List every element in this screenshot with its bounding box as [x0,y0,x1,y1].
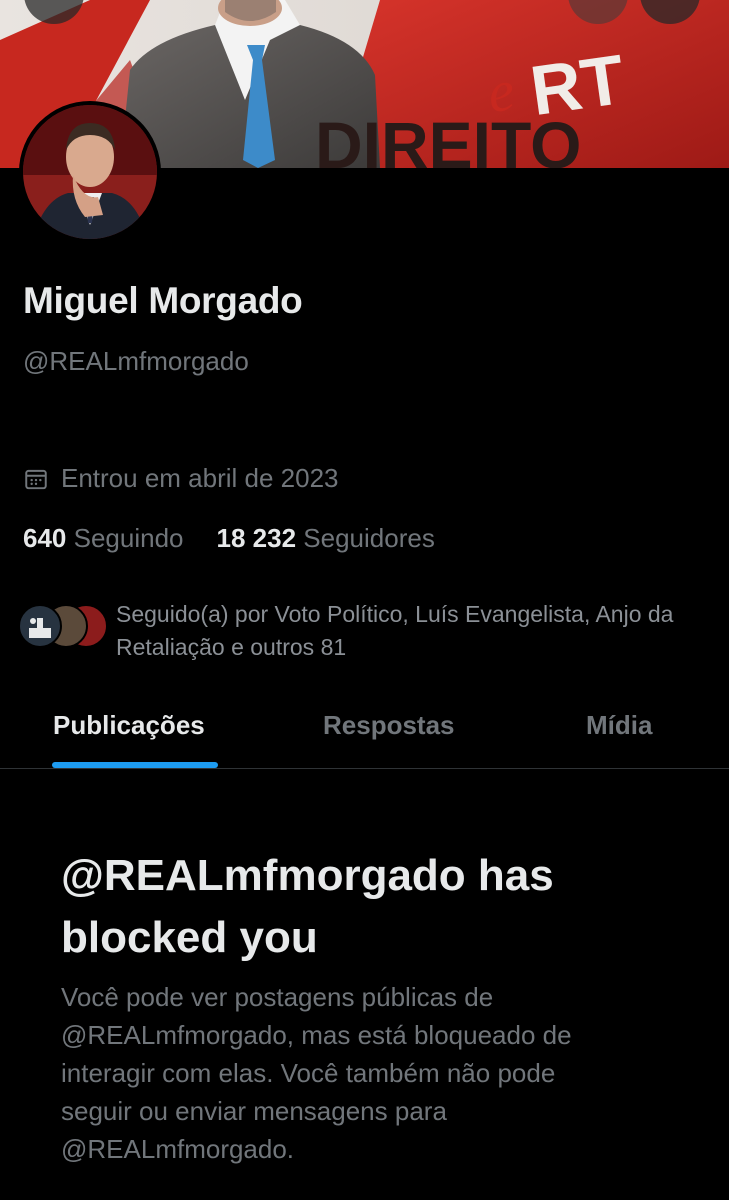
avatar[interactable] [19,101,161,243]
follower-avatar [18,604,62,648]
followed-by-text: Seguido(a) por Voto Político, Luís Evang… [116,601,674,660]
avatar-image [23,105,157,239]
following-link[interactable]: 640 Seguindo [23,523,184,554]
follow-stats: 640 Seguindo 18 232 Seguidores [23,523,468,554]
profile-tabs: Publicações Respostas Mídia [0,690,729,769]
following-label: Seguindo [73,523,184,553]
followed-by[interactable]: Seguido(a) por Voto Político, Luís Evang… [18,598,706,664]
followers-link[interactable]: 18 232 Seguidores [217,523,435,554]
calendar-icon [23,466,49,492]
svg-text:RT: RT [526,40,629,130]
profile-name: Miguel Morgado [23,280,303,321]
blocked-title: @REALmfmorgado has blocked you [61,851,554,962]
joined-label: Entrou em abril de 2023 [61,463,339,493]
tab-replies[interactable]: Respostas [323,710,455,741]
tab-posts[interactable]: Publicações [53,710,205,741]
follower-avatars [18,604,110,652]
tab-media[interactable]: Mídia [586,710,652,741]
blocked-description: Você pode ver postagens públicas de @REA… [61,982,572,1164]
followers-count: 18 232 [216,523,297,553]
active-tab-indicator [52,762,218,768]
joined-date: Entrou em abril de 2023 [23,463,339,494]
following-count: 640 [23,523,67,553]
profile-handle: @REALmfmorgado [23,346,249,376]
followers-label: Seguidores [303,523,435,553]
